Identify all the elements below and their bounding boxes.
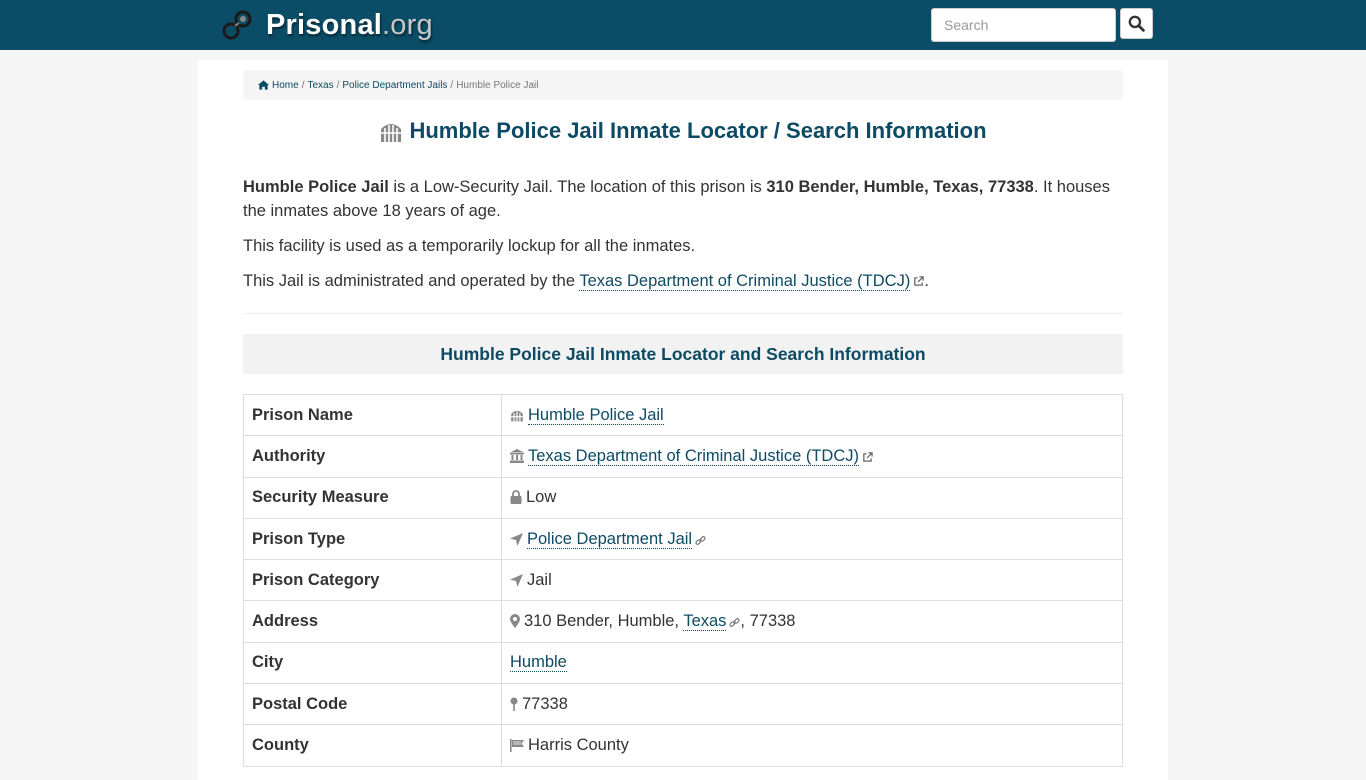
row-value: Humble <box>501 641 1123 685</box>
breadcrumb: Home / Texas / Police Department Jails /… <box>243 70 1123 100</box>
page-title: Humble Police Jail Inmate Locator / Sear… <box>243 116 1123 146</box>
row-value: Humble Police Jail <box>501 393 1123 437</box>
breadcrumb-police-department-jails[interactable]: Police Department Jails <box>342 80 447 91</box>
jail-icon <box>511 410 523 422</box>
breadcrumb-home[interactable]: Home <box>272 80 299 91</box>
table-row: City Humble <box>243 641 1123 685</box>
row-label: Prison Type <box>243 517 502 561</box>
main-content: Home / Texas / Police Department Jails /… <box>198 60 1168 780</box>
lock-icon <box>510 490 522 505</box>
prison-name-link[interactable]: Humble Police Jail <box>528 405 664 425</box>
link-icon[interactable] <box>695 535 706 546</box>
search-input[interactable] <box>931 8 1116 42</box>
flag-icon <box>510 739 524 753</box>
external-link-icon[interactable] <box>913 276 925 287</box>
table-row: Prison Type Police Department Jail <box>243 517 1123 561</box>
row-value: Texas Department of Criminal Justice (TD… <box>501 435 1123 478</box>
row-value: Police Department Jail <box>501 517 1123 561</box>
intro-prison-name: Humble Police Jail <box>243 178 389 196</box>
divider <box>243 313 1123 314</box>
intro-text: Humble Police Jail is a Low-Security Jai… <box>243 175 1123 304</box>
row-label: Security Measure <box>243 476 502 519</box>
row-label: Prison Name <box>243 393 502 437</box>
breadcrumb-current: Humble Police Jail <box>456 79 539 91</box>
table-row: Security Measure Low <box>243 476 1123 519</box>
page-title-text: Humble Police Jail Inmate Locator / Sear… <box>409 118 987 143</box>
tdcj-link[interactable]: Texas Department of Criminal Justice (TD… <box>579 272 911 291</box>
table-row: County Harris County <box>243 724 1123 767</box>
row-label: Address <box>243 600 502 643</box>
table-row: Prison Name Humble Police Jail <box>243 393 1123 437</box>
breadcrumb-texas[interactable]: Texas <box>307 80 333 91</box>
intro-text-segment: is a Low-Security Jail. The location of … <box>388 178 767 196</box>
prison-category-value: Jail <box>527 570 552 589</box>
intro-address: 310 Bender, Humble, Texas, 77338 <box>766 178 1034 196</box>
table-row: Address 310 Bender, Humble, Texas , 77338 <box>243 600 1123 643</box>
address-street-city: 310 Bender, Humble, <box>524 612 684 631</box>
table-row: Postal Code 77338 <box>243 683 1123 726</box>
breadcrumb-separator: / <box>301 79 305 91</box>
county-value: Harris County <box>528 736 629 755</box>
breadcrumb-separator: / <box>450 79 454 91</box>
location-arrow-icon <box>510 532 523 546</box>
section-title: Humble Police Jail Inmate Locator and Se… <box>243 334 1123 374</box>
row-label: Authority <box>243 435 502 478</box>
intro-text-segment: This Jail is administrated and operated … <box>243 272 580 290</box>
brand-tld: .org <box>382 8 433 41</box>
info-table: Prison Name Humble Police Jail Authority… <box>243 393 1123 767</box>
link-icon[interactable] <box>729 617 741 628</box>
authority-link[interactable]: Texas Department of Criminal Justice (TD… <box>528 446 859 466</box>
intro-text-segment: . <box>924 272 929 290</box>
row-value: 310 Bender, Humble, Texas , 77338 <box>501 600 1123 643</box>
search-button[interactable] <box>1120 8 1153 39</box>
map-marker-icon <box>510 614 520 629</box>
row-label: Prison Category <box>243 559 502 602</box>
intro-paragraph-2: This facility is used as a temporarily l… <box>243 237 696 255</box>
intro-paragraph-1: Humble Police Jail is a Low-Security Jai… <box>243 175 1123 223</box>
row-label: County <box>243 724 502 767</box>
table-row: Authority Texas Department of Criminal J… <box>243 435 1123 478</box>
row-label: Postal Code <box>243 683 502 726</box>
handcuffs-icon <box>222 10 252 40</box>
location-arrow-icon <box>510 573 523 587</box>
row-value: Low <box>501 476 1123 519</box>
row-value: Harris County <box>501 724 1123 767</box>
top-navbar: Prisonal.org <box>0 0 1366 50</box>
brand-name: Prisonal.org <box>266 8 433 41</box>
intro-paragraph-3: This Jail is administrated and operated … <box>243 269 1123 293</box>
external-link-icon[interactable] <box>862 452 873 463</box>
jail-icon <box>381 124 402 142</box>
site-logo[interactable]: Prisonal.org <box>221 8 433 42</box>
row-label: City <box>243 641 502 685</box>
map-pin-icon <box>510 697 518 711</box>
city-link[interactable]: Humble <box>510 653 567 673</box>
security-value: Low <box>526 488 557 507</box>
address-state-link[interactable]: Texas <box>683 612 727 632</box>
home-icon <box>258 80 269 90</box>
search-icon <box>1128 15 1145 32</box>
address-zip: , 77338 <box>740 612 796 631</box>
prison-type-link[interactable]: Police Department Jail <box>527 529 693 549</box>
table-row: Prison Category Jail <box>243 559 1123 602</box>
row-value: 77338 <box>501 683 1123 726</box>
breadcrumb-separator: / <box>336 79 340 91</box>
institution-icon <box>510 448 524 463</box>
postal-code-value: 77338 <box>522 694 568 713</box>
row-value: Jail <box>501 559 1123 602</box>
